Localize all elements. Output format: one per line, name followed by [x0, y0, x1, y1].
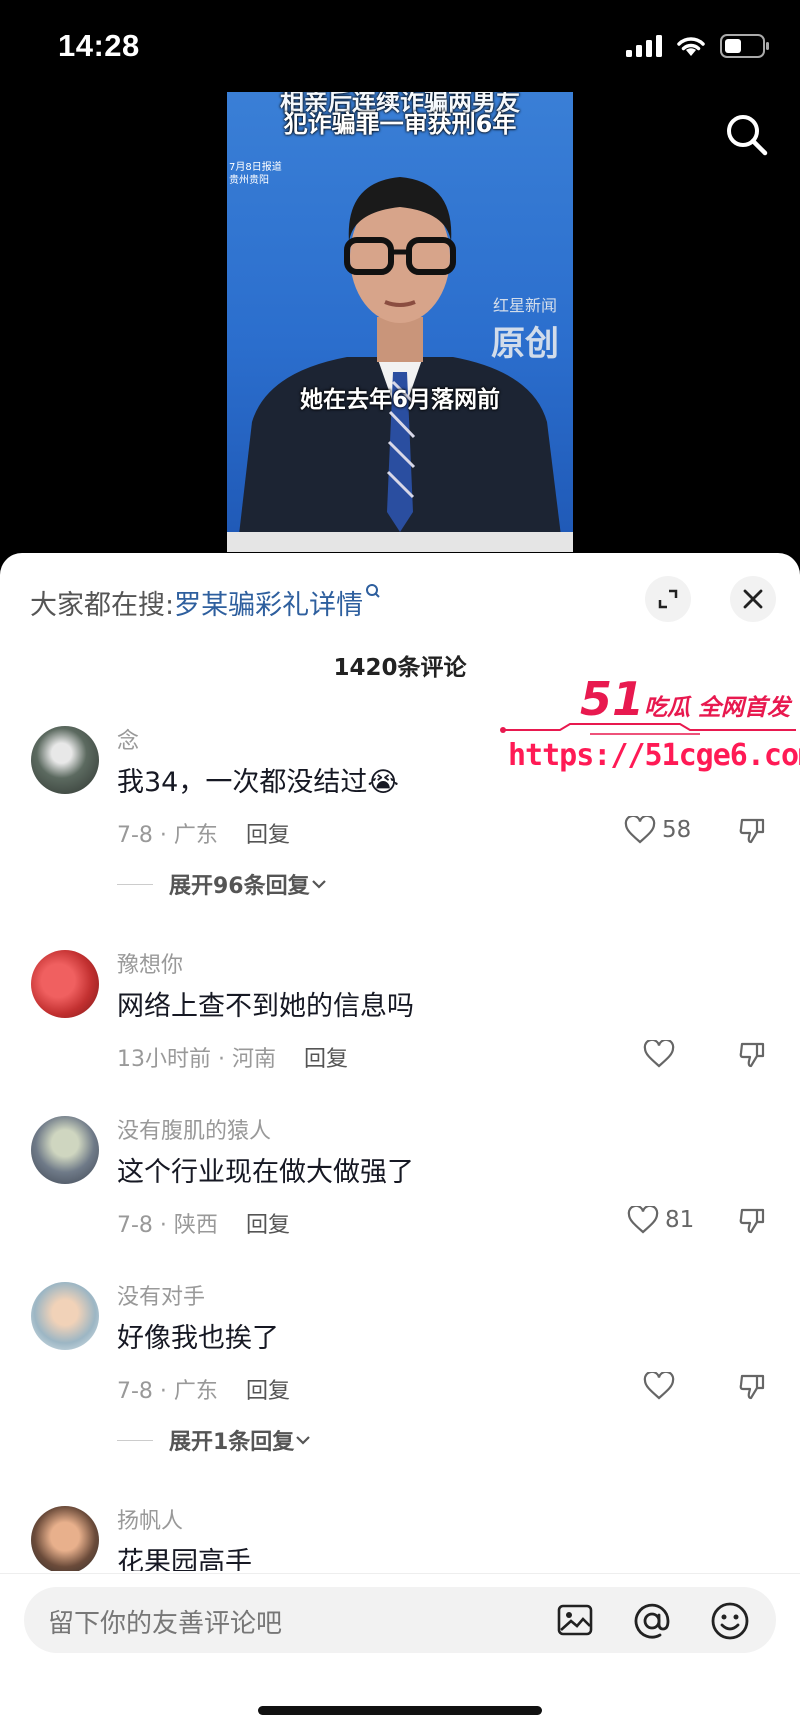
reply-button[interactable]: 回复 [304, 1047, 348, 1072]
like-count: 81 [665, 1207, 695, 1233]
comment-text: 网络上查不到她的信息吗 [117, 991, 414, 1022]
image-icon[interactable] [556, 1601, 594, 1639]
comment-meta: 7-8 · 广东 回复 [117, 1379, 290, 1404]
emoji-icon[interactable] [710, 1601, 750, 1641]
dislike-icon[interactable] [738, 1373, 766, 1401]
close-button[interactable] [730, 576, 776, 622]
battery-icon [720, 34, 769, 58]
watermark-title: 51吃瓜 全网首发 [579, 672, 790, 726]
trending-search[interactable]: 大家都在搜:罗某骗彩礼详情 [30, 583, 381, 622]
status-bar: 14:28 [0, 0, 800, 92]
like-button[interactable] [643, 1040, 675, 1068]
expand-replies-button[interactable]: 展开1条回复 [117, 1424, 312, 1456]
video-subtitle: 她在去年6月落网前 [299, 387, 500, 413]
chevron-down-icon [296, 1436, 311, 1445]
heart-icon [624, 816, 656, 844]
watermark-circuit-lines [500, 723, 796, 735]
dislike-icon[interactable] [738, 1207, 766, 1235]
like-button[interactable] [643, 1372, 675, 1400]
close-icon [743, 589, 763, 609]
video-player[interactable]: 相亲后连续诈骗两男友 犯诈骗罪一审获刑6年 7月8日报道 贵州贵阳 红星新闻 原… [227, 92, 573, 552]
reply-button[interactable]: 回复 [246, 823, 290, 848]
avatar[interactable] [31, 950, 99, 1018]
comment-text: 好像我也挨了 [117, 1323, 279, 1354]
status-time: 14:28 [58, 28, 140, 63]
home-indicator[interactable] [258, 1706, 542, 1715]
heart-icon [643, 1040, 675, 1068]
comment-username[interactable]: 没有对手 [117, 1279, 205, 1311]
avatar[interactable] [31, 1116, 99, 1184]
dislike-icon[interactable] [738, 817, 766, 845]
comment-text: 这个行业现在做大做强了 [117, 1157, 414, 1188]
avatar[interactable] [31, 1506, 99, 1574]
dislike-icon[interactable] [738, 1041, 766, 1069]
like-button[interactable]: 81 [627, 1206, 694, 1234]
expand-button[interactable] [645, 576, 691, 622]
video-brand-watermark: 红星新闻 原创 [491, 296, 559, 364]
comment-meta: 7-8 · 陕西 回复 [117, 1213, 290, 1238]
comment-username[interactable]: 没有腹肌的猿人 [117, 1113, 271, 1145]
watermark-url: https://51cge6.com [508, 738, 800, 773]
comment-username[interactable]: 扬帆人 [117, 1503, 183, 1535]
expand-replies-button[interactable]: 展开96条回复 [117, 868, 328, 900]
wifi-icon [677, 37, 705, 56]
comment-input[interactable]: 留下你的友善评论吧 [24, 1587, 776, 1653]
signal-icon [626, 35, 662, 57]
comment-input-placeholder: 留下你的友善评论吧 [48, 1609, 283, 1639]
comment-username[interactable]: 念 [117, 723, 139, 755]
crying-emoji: 😭 [367, 767, 399, 798]
like-count: 58 [662, 817, 692, 843]
search-icon[interactable] [724, 112, 768, 156]
comment-username[interactable]: 豫想你 [117, 947, 183, 979]
avatar[interactable] [31, 726, 99, 794]
search-small-icon [366, 584, 380, 598]
expand-icon [658, 589, 678, 609]
site-watermark: 51吃瓜 全网首发 https://51cge6.com [500, 672, 800, 782]
divider [0, 1573, 800, 1574]
comment-meta: 7-8 · 广东 回复 [117, 823, 290, 848]
trending-keyword[interactable]: 罗某骗彩礼详情 [174, 590, 363, 621]
heart-icon [643, 1372, 675, 1400]
trending-prefix: 大家都在搜: [30, 590, 175, 621]
chevron-down-icon [311, 880, 326, 889]
heart-icon [627, 1206, 659, 1234]
avatar[interactable] [31, 1282, 99, 1350]
comment-text: 我34，一次都没结过😭 [117, 767, 399, 798]
like-button[interactable]: 58 [624, 816, 691, 844]
reply-button[interactable]: 回复 [246, 1213, 290, 1238]
status-icons [626, 34, 770, 58]
at-icon[interactable] [632, 1601, 672, 1641]
comment-meta: 13小时前 · 河南 回复 [117, 1047, 349, 1072]
reply-button[interactable]: 回复 [246, 1379, 290, 1404]
